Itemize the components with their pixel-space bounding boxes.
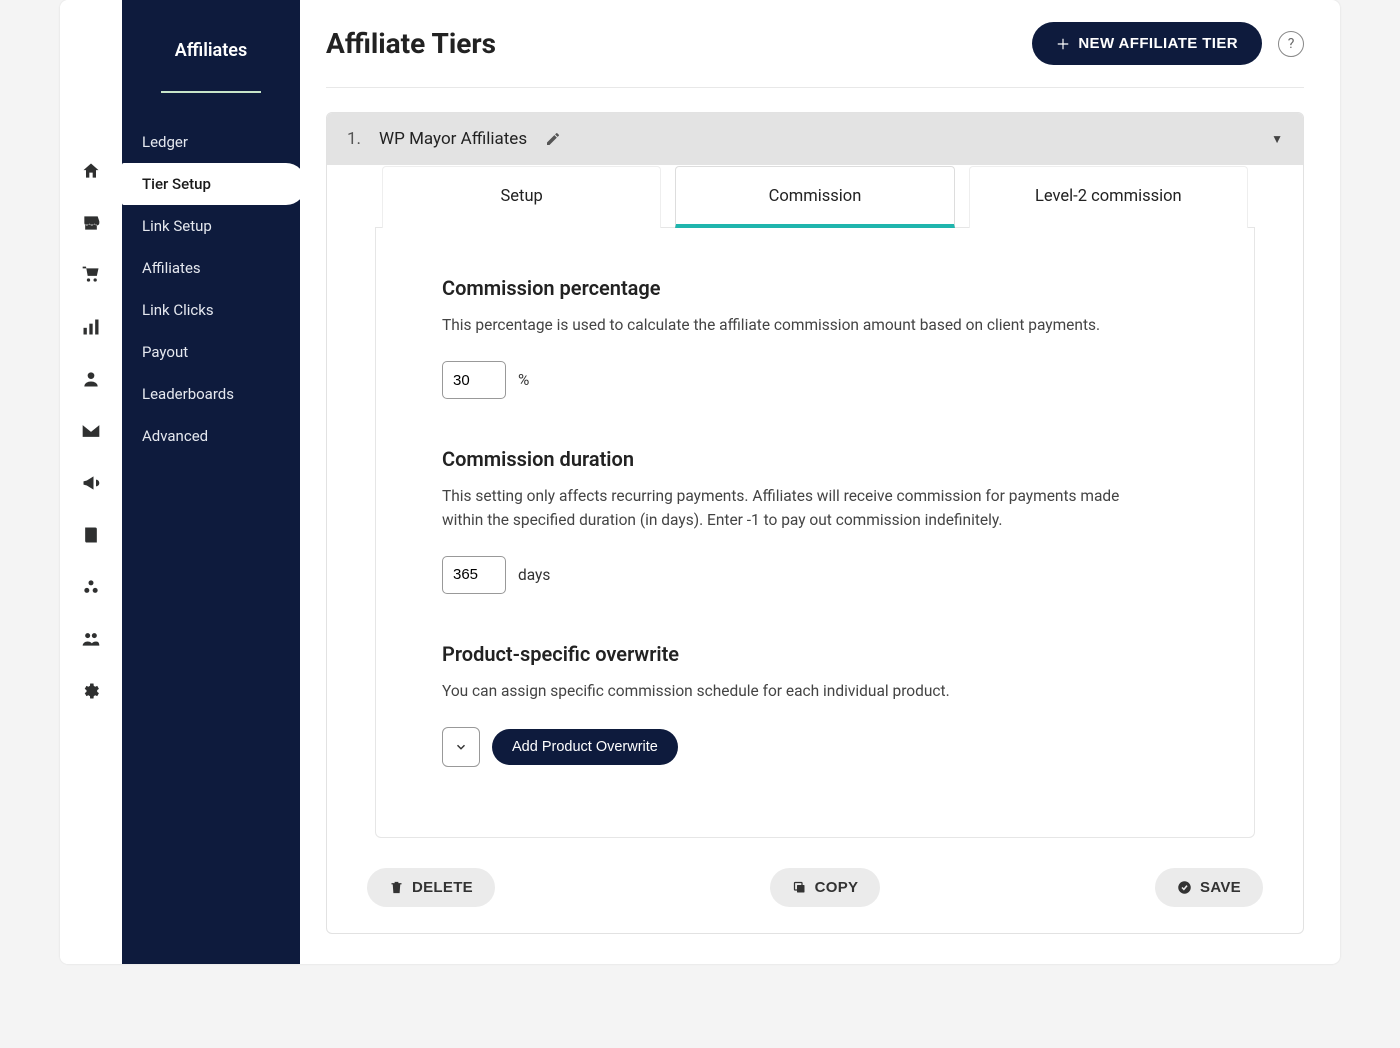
sidebar-item-affiliates[interactable]: Affiliates — [122, 247, 300, 289]
cart-icon[interactable] — [80, 264, 102, 286]
tabs: Setup Commission Level-2 commission — [375, 165, 1255, 227]
edit-icon[interactable] — [545, 131, 561, 147]
copy-label: COPY — [815, 879, 859, 896]
commission-duration-description: This setting only affects recurring paym… — [442, 485, 1122, 532]
tier-number: 1. — [347, 129, 361, 149]
commission-panel: Commission percentage This percentage is… — [375, 227, 1255, 838]
megaphone-icon[interactable] — [80, 472, 102, 494]
sidebar-item-payout[interactable]: Payout — [122, 331, 300, 373]
tier-name: WP Mayor Affiliates — [379, 129, 527, 149]
sidebar-item-link-clicks[interactable]: Link Clicks — [122, 289, 300, 331]
new-affiliate-tier-button[interactable]: NEW AFFILIATE TIER — [1032, 22, 1262, 65]
sidebar: Affiliates Ledger Tier Setup Link Setup … — [122, 0, 300, 964]
delete-button[interactable]: DELETE — [367, 868, 495, 907]
tab-setup[interactable]: Setup — [382, 166, 661, 228]
page-header: Affiliate Tiers NEW AFFILIATE TIER ? — [326, 22, 1304, 88]
help-icon[interactable]: ? — [1278, 31, 1304, 57]
commission-percentage-heading: Commission percentage — [442, 276, 1188, 300]
team-icon[interactable] — [80, 628, 102, 650]
check-circle-icon — [1177, 880, 1192, 895]
trash-icon — [389, 880, 404, 895]
copy-icon — [792, 880, 807, 895]
sidebar-title: Affiliates — [122, 40, 300, 61]
sidebar-item-ledger[interactable]: Ledger — [122, 121, 300, 163]
commission-duration-input[interactable] — [442, 556, 506, 594]
days-unit: days — [518, 566, 550, 584]
new-affiliate-tier-label: NEW AFFILIATE TIER — [1078, 35, 1238, 52]
sidebar-item-link-setup[interactable]: Link Setup — [122, 205, 300, 247]
home-icon[interactable] — [80, 160, 102, 182]
save-button[interactable]: SAVE — [1155, 868, 1263, 907]
chart-icon[interactable] — [80, 316, 102, 338]
tab-commission[interactable]: Commission — [675, 166, 954, 228]
delete-label: DELETE — [412, 879, 473, 896]
sidebar-item-leaderboards[interactable]: Leaderboards — [122, 373, 300, 415]
product-overwrite-section: Product-specific overwrite You can assig… — [442, 642, 1188, 767]
plus-icon — [1056, 37, 1070, 51]
icon-rail — [60, 0, 122, 964]
gear-icon[interactable] — [80, 680, 102, 702]
copy-button[interactable]: COPY — [770, 868, 881, 907]
mail-icon[interactable] — [80, 420, 102, 442]
main-content: Affiliate Tiers NEW AFFILIATE TIER ? 1. … — [300, 0, 1340, 964]
product-overwrite-expand[interactable] — [442, 727, 480, 767]
commission-duration-section: Commission duration This setting only af… — [442, 447, 1188, 594]
tier-header[interactable]: 1. WP Mayor Affiliates ▼ — [327, 113, 1303, 165]
product-overwrite-description: You can assign specific commission sched… — [442, 680, 1122, 703]
store-icon[interactable] — [80, 212, 102, 234]
modules-icon[interactable] — [80, 576, 102, 598]
user-icon[interactable] — [80, 368, 102, 390]
chevron-down-icon: ▼ — [1271, 132, 1283, 146]
product-overwrite-heading: Product-specific overwrite — [442, 642, 1188, 666]
book-icon[interactable] — [80, 524, 102, 546]
commission-percentage-input[interactable] — [442, 361, 506, 399]
sidebar-item-advanced[interactable]: Advanced — [122, 415, 300, 457]
save-label: SAVE — [1200, 879, 1241, 896]
sidebar-divider — [161, 91, 261, 93]
commission-percentage-description: This percentage is used to calculate the… — [442, 314, 1122, 337]
commission-percentage-section: Commission percentage This percentage is… — [442, 276, 1188, 399]
percentage-unit: % — [518, 371, 529, 389]
sidebar-item-tier-setup[interactable]: Tier Setup — [122, 163, 306, 205]
commission-duration-heading: Commission duration — [442, 447, 1188, 471]
tab-level2-commission[interactable]: Level-2 commission — [969, 166, 1248, 228]
add-product-overwrite-button[interactable]: Add Product Overwrite — [492, 729, 678, 765]
page-title: Affiliate Tiers — [326, 27, 496, 60]
tier-card: 1. WP Mayor Affiliates ▼ Setup Commissio… — [326, 112, 1304, 934]
